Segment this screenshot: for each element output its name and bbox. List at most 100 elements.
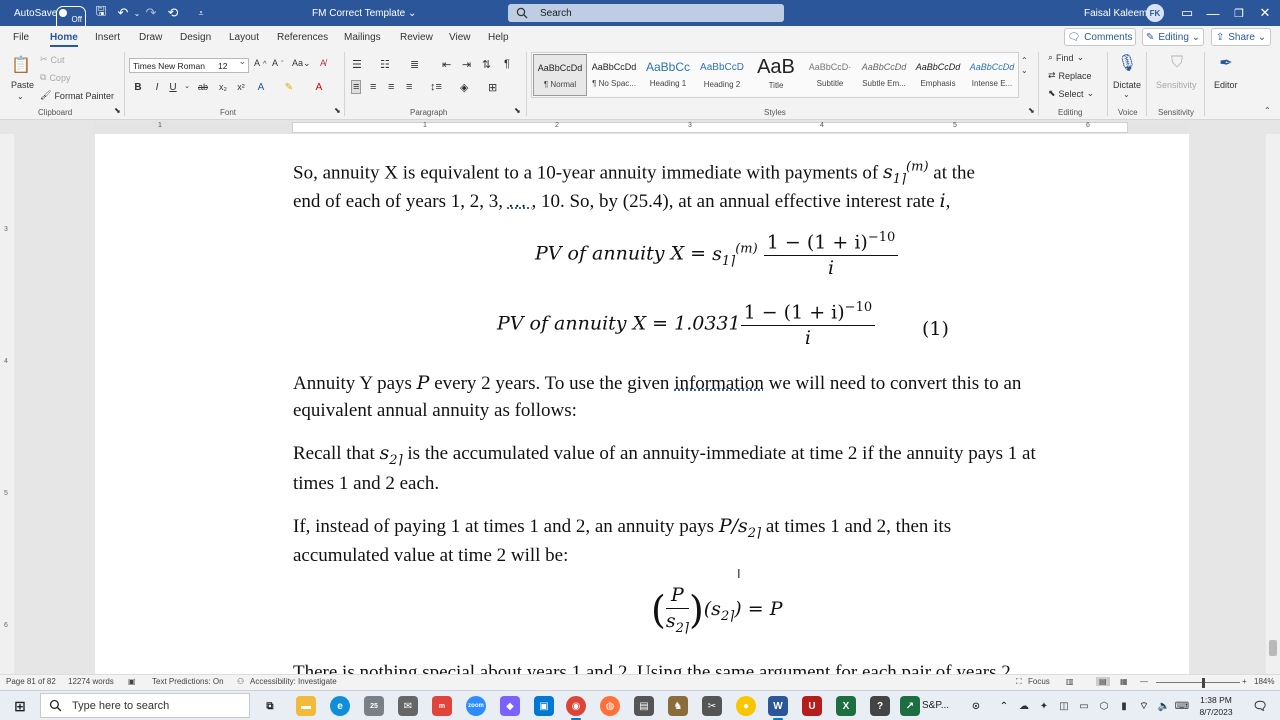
zoom-app-icon[interactable]: zoom	[466, 696, 486, 716]
style-heading-2[interactable]: AaBbCcD Heading 2	[695, 54, 749, 96]
numbering-icon[interactable]: ☷	[380, 58, 390, 71]
subscript-button[interactable]: x₂	[216, 82, 230, 92]
stocks-widget[interactable]: S&P...	[922, 700, 949, 711]
align-center-icon[interactable]: ≡	[370, 81, 376, 93]
dictate-button[interactable]: Dictate	[1113, 80, 1141, 90]
tab-draw[interactable]: Draw	[139, 26, 162, 48]
app-icon[interactable]: ▭	[1074, 696, 1094, 716]
app-icon[interactable]: ⊙	[966, 696, 986, 716]
taskbar-search[interactable]: Type here to search	[40, 693, 250, 718]
style-subtle-emphasis[interactable]: AaBbCcDd Subtle Em...	[857, 54, 911, 96]
style-title[interactable]: AaB Title	[749, 54, 803, 96]
tab-file[interactable]: File	[13, 26, 29, 48]
paragraph-line[interactable]: end of each of years 1, 2, 3, … , 10. So…	[293, 190, 950, 213]
network-icon[interactable]: ⌔	[1134, 696, 1154, 716]
cut-button[interactable]: ✂ Cut	[40, 54, 65, 65]
excel-app-icon[interactable]: X	[836, 696, 856, 716]
tray-overflow-icon[interactable]: ⌃	[994, 696, 1014, 716]
comments-button[interactable]: 🗨 Comments	[1064, 28, 1136, 46]
page-count[interactable]: Page 81 of 82	[6, 677, 56, 686]
format-painter-button[interactable]: 🖌 Format Painter	[40, 90, 114, 101]
editing-mode-button[interactable]: ✎ Editing ⌄	[1142, 28, 1204, 46]
increase-indent-icon[interactable]: ⇥	[462, 58, 471, 71]
replace-button[interactable]: ⇄ Replace	[1048, 70, 1092, 81]
volume-icon[interactable]: 🔈	[1154, 696, 1174, 716]
paste-dropdown-icon[interactable]: ⌄	[17, 92, 24, 101]
paragraph-line[interactable]: equivalent annual annuity as follows:	[293, 400, 577, 422]
bullets-icon[interactable]: ☰	[352, 58, 362, 71]
style-no-spacing[interactable]: AaBbCcDd ¶ No Spac...	[587, 54, 641, 96]
battery-icon[interactable]: ▮	[1114, 696, 1134, 716]
app-icon[interactable]: ♞	[668, 696, 688, 716]
find-button[interactable]: ⌕ Find ⌄	[1048, 52, 1084, 63]
app-icon[interactable]: ◫	[1054, 696, 1074, 716]
clipboard-launcher-icon[interactable]: ⬊	[114, 106, 121, 115]
style-heading-1[interactable]: AaBbCc Heading 1	[641, 54, 695, 96]
tab-insert[interactable]: Insert	[95, 26, 120, 48]
tab-mailings[interactable]: Mailings	[344, 26, 381, 48]
zoom-out-icon[interactable]: —	[1140, 677, 1148, 686]
paragraph-line[interactable]: Annuity Y pays P every 2 years. To use t…	[293, 372, 1021, 395]
shading-icon[interactable]: ◈	[460, 81, 468, 94]
line-spacing-icon[interactable]: ↕≡	[430, 81, 442, 93]
print-layout-icon[interactable]: ▤	[1096, 677, 1110, 686]
vertical-ruler[interactable]: 3 4 5 6	[0, 134, 14, 674]
vertical-scrollbar[interactable]	[1266, 134, 1280, 674]
tab-references[interactable]: References	[277, 26, 328, 48]
sort-icon[interactable]: ⇅	[482, 58, 491, 71]
style-emphasis[interactable]: AaBbCcDd Emphasis	[911, 54, 965, 96]
shrink-font-button[interactable]: Aˇ	[272, 58, 284, 68]
proofing-icon[interactable]: ▣	[128, 677, 136, 686]
mail-icon[interactable]: ✉	[398, 696, 418, 716]
font-launcher-icon[interactable]: ⬊	[334, 106, 341, 115]
user-name[interactable]: Faisal Kaleem	[1084, 0, 1147, 26]
app-icon[interactable]: ▣	[534, 696, 554, 716]
underline-button[interactable]: U	[166, 82, 180, 93]
font-size-select[interactable]: 12	[215, 56, 249, 73]
minimize-icon[interactable]: —	[1204, 0, 1222, 26]
share-button[interactable]: ⇪ Share ⌄	[1211, 28, 1271, 46]
windows-start-icon[interactable]: ⊞	[10, 696, 30, 716]
scroll-thumb[interactable]	[1269, 640, 1277, 656]
editor-icon[interactable]: ✒	[1215, 52, 1237, 74]
app-icon[interactable]: ✦	[1034, 696, 1054, 716]
align-right-icon[interactable]: ≡	[388, 81, 394, 93]
file-explorer-icon[interactable]: ▬	[296, 696, 316, 716]
taskbar-clock[interactable]: 1:38 PM 8/7/2023	[1192, 694, 1240, 718]
app-icon[interactable]: ▤	[634, 696, 654, 716]
title-search-box[interactable]: Search	[508, 4, 784, 22]
chrome-icon[interactable]: ◉	[566, 696, 586, 720]
tab-layout[interactable]: Layout	[229, 26, 259, 48]
accessibility-status[interactable]: Accessibility: Investigate	[250, 677, 337, 686]
tab-design[interactable]: Design	[180, 26, 211, 48]
app-badge-icon[interactable]: 25	[364, 696, 384, 716]
read-mode-icon[interactable]: ▥	[1066, 677, 1074, 686]
sensitivity-button[interactable]: Sensitivity	[1156, 80, 1197, 90]
notification-icon[interactable]: 🗨	[1250, 696, 1270, 716]
editor-button[interactable]: Editor	[1214, 80, 1238, 90]
zoom-in-icon[interactable]: +	[1242, 677, 1247, 686]
horizontal-ruler[interactable]	[95, 121, 1189, 134]
keyboard-icon[interactable]: ⌨	[1172, 696, 1192, 716]
change-case-button[interactable]: Aa⌄	[292, 58, 311, 69]
styles-scroll-icon[interactable]: ⌃ ⌄	[1021, 56, 1028, 76]
grow-font-button[interactable]: A ^	[254, 58, 267, 68]
highlight-icon[interactable]: ✎	[282, 82, 296, 93]
zoom-slider[interactable]	[1156, 682, 1240, 683]
show-formatting-icon[interactable]: ¶	[504, 58, 510, 70]
style-subtitle[interactable]: AaBbCcD· Subtitle	[803, 54, 857, 96]
italic-button[interactable]: I	[150, 82, 164, 93]
close-icon[interactable]: ✕	[1256, 0, 1274, 26]
paragraph-line[interactable]: So, annuity X is equivalent to a 10-year…	[293, 160, 975, 187]
equation-accumulated[interactable]: (Ps2⌉)(s2⌉) = P	[651, 584, 783, 636]
paragraph-launcher-icon[interactable]: ⬊	[514, 106, 521, 115]
paragraph-line[interactable]: If, instead of paying 1 at times 1 and 2…	[293, 515, 951, 541]
paragraph-line-partial[interactable]: There is nothing special about years 1 a…	[293, 662, 1011, 674]
bold-button[interactable]: B	[131, 82, 145, 93]
web-layout-icon[interactable]: ▦	[1120, 677, 1128, 686]
zoom-slider-thumb[interactable]	[1202, 678, 1205, 688]
restore-icon[interactable]: ❐	[1230, 0, 1248, 26]
style-intense-emphasis[interactable]: AaBbCcDd Intense E...	[965, 54, 1019, 96]
justify-icon[interactable]: ≡	[406, 81, 412, 93]
app-icon[interactable]: ◆	[500, 696, 520, 716]
